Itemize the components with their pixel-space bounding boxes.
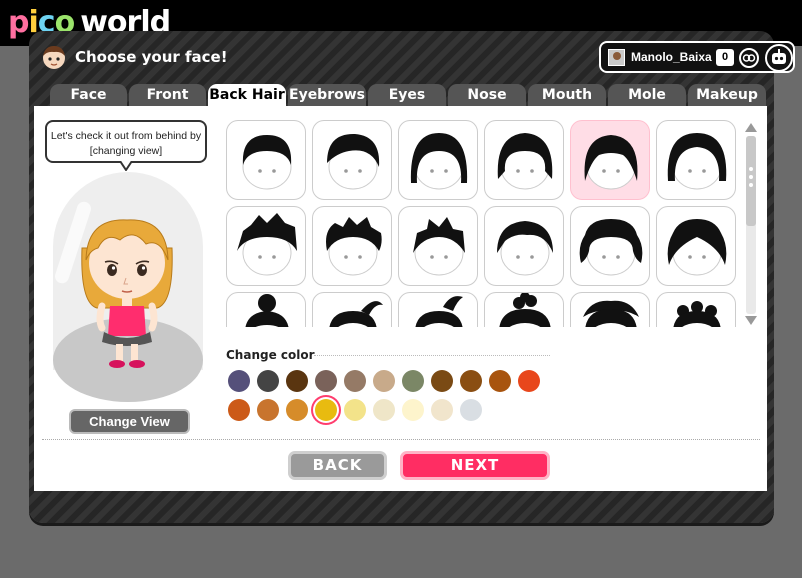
- hair-option-messy[interactable]: [312, 206, 392, 286]
- avatar-preview: [81, 219, 173, 368]
- hair-option-tousled[interactable]: [398, 206, 478, 286]
- hair-option-curly-bob[interactable]: [570, 206, 650, 286]
- hair-option-ponytail[interactable]: [312, 292, 392, 327]
- tab-mole[interactable]: Mole: [608, 84, 686, 106]
- tab-eyes[interactable]: Eyes: [368, 84, 446, 106]
- color-swatch[interactable]: [344, 370, 366, 392]
- change-color-label: Change color: [226, 348, 315, 362]
- hair-style-icon: [499, 293, 551, 327]
- tab-eyebrows[interactable]: Eyebrows: [288, 84, 366, 106]
- grip-dot: [749, 175, 753, 179]
- friends-icon[interactable]: [739, 48, 759, 68]
- hint-bubble: Let's check it out from behind by [chang…: [45, 120, 207, 163]
- hair-option-high-ponytail[interactable]: [398, 292, 478, 327]
- hair-option-side-swept[interactable]: [312, 120, 392, 200]
- username: Manolo_Baixa: [631, 50, 712, 64]
- hair-option-helmet[interactable]: [656, 120, 736, 200]
- color-swatch[interactable]: [431, 370, 453, 392]
- hair-option-long-straight[interactable]: [398, 120, 478, 200]
- tab-front-hair[interactable]: Front Hair: [129, 84, 206, 125]
- profile-picture[interactable]: [608, 49, 625, 66]
- color-swatch[interactable]: [373, 399, 395, 421]
- tab-nose[interactable]: Nose: [448, 84, 526, 106]
- user-box: Manolo_Baixa 0: [599, 41, 795, 73]
- hair-option-tight-curls[interactable]: [656, 292, 736, 327]
- color-swatch[interactable]: [315, 399, 337, 421]
- hair-option-spiky[interactable]: [226, 206, 306, 286]
- color-swatch[interactable]: [286, 399, 308, 421]
- hair-option-long-bangs[interactable]: [570, 120, 650, 200]
- color-swatch[interactable]: [257, 370, 279, 392]
- grip-dot: [749, 167, 753, 171]
- hair-option-wavy[interactable]: [656, 206, 736, 286]
- hair-option-short-wave[interactable]: [484, 206, 564, 286]
- color-swatch[interactable]: [344, 399, 366, 421]
- color-swatch[interactable]: [489, 370, 511, 392]
- next-button[interactable]: NEXT: [400, 451, 550, 480]
- hair-option-bob[interactable]: [226, 120, 306, 200]
- color-swatch[interactable]: [460, 399, 482, 421]
- logo-letter: p: [8, 4, 30, 40]
- tab-mouth[interactable]: Mouth: [528, 84, 606, 106]
- color-swatch[interactable]: [431, 399, 453, 421]
- hair-style-icon: [579, 219, 643, 276]
- tab-face[interactable]: Face: [50, 84, 127, 106]
- change-color-divider: [314, 355, 550, 356]
- hair-option-curly-top[interactable]: [570, 292, 650, 327]
- color-swatch[interactable]: [315, 370, 337, 392]
- page-title: Choose your face!: [75, 48, 228, 66]
- notification-count[interactable]: 0: [716, 49, 734, 66]
- hair-style-icon: [667, 219, 727, 276]
- hair-style-icon: [327, 133, 380, 190]
- footer-divider: [42, 439, 760, 440]
- tab-makeup[interactable]: Makeup: [688, 84, 766, 106]
- color-swatch[interactable]: [402, 370, 424, 392]
- hair-style-icon: [584, 135, 638, 190]
- tab-back-hair[interactable]: Back Hair: [208, 84, 286, 108]
- color-swatch[interactable]: [228, 399, 250, 421]
- hair-option-shag[interactable]: [484, 120, 564, 200]
- hair-style-icon: [413, 217, 465, 276]
- hair-style-icon: [497, 133, 553, 190]
- color-swatch[interactable]: [257, 399, 279, 421]
- hair-style-icon: [237, 213, 297, 276]
- hair-style-icon: [326, 217, 382, 276]
- color-swatch[interactable]: [228, 370, 250, 392]
- scroll-down-arrow-icon[interactable]: [745, 316, 757, 325]
- hair-style-icon: [242, 135, 292, 190]
- hair-option-messy-bun[interactable]: [484, 292, 564, 327]
- hair-style-icon: [497, 221, 553, 276]
- back-button[interactable]: BACK: [288, 451, 387, 480]
- color-swatch[interactable]: [518, 370, 540, 392]
- hair-style-icon: [245, 294, 289, 327]
- hair-style-icon: [673, 301, 721, 327]
- color-swatch[interactable]: [286, 370, 308, 392]
- hair-style-icon: [583, 300, 639, 327]
- hair-style-grid: [226, 120, 740, 327]
- color-swatch[interactable]: [402, 399, 424, 421]
- hair-style-icon: [667, 133, 727, 190]
- scroll-up-arrow-icon[interactable]: [745, 123, 757, 132]
- boy-face-icon: [43, 46, 65, 69]
- robot-menu-icon[interactable]: [765, 44, 793, 72]
- scrollbar-thumb[interactable]: [746, 136, 756, 226]
- bubble-tail: [120, 161, 132, 171]
- hair-option-bun[interactable]: [226, 292, 306, 327]
- color-swatch[interactable]: [460, 370, 482, 392]
- color-swatch[interactable]: [373, 370, 395, 392]
- hair-style-icon: [415, 296, 463, 327]
- hair-style-icon: [329, 301, 383, 327]
- grip-dot: [749, 183, 753, 187]
- change-view-button[interactable]: Change View: [69, 409, 190, 434]
- hair-style-icon: [410, 133, 468, 190]
